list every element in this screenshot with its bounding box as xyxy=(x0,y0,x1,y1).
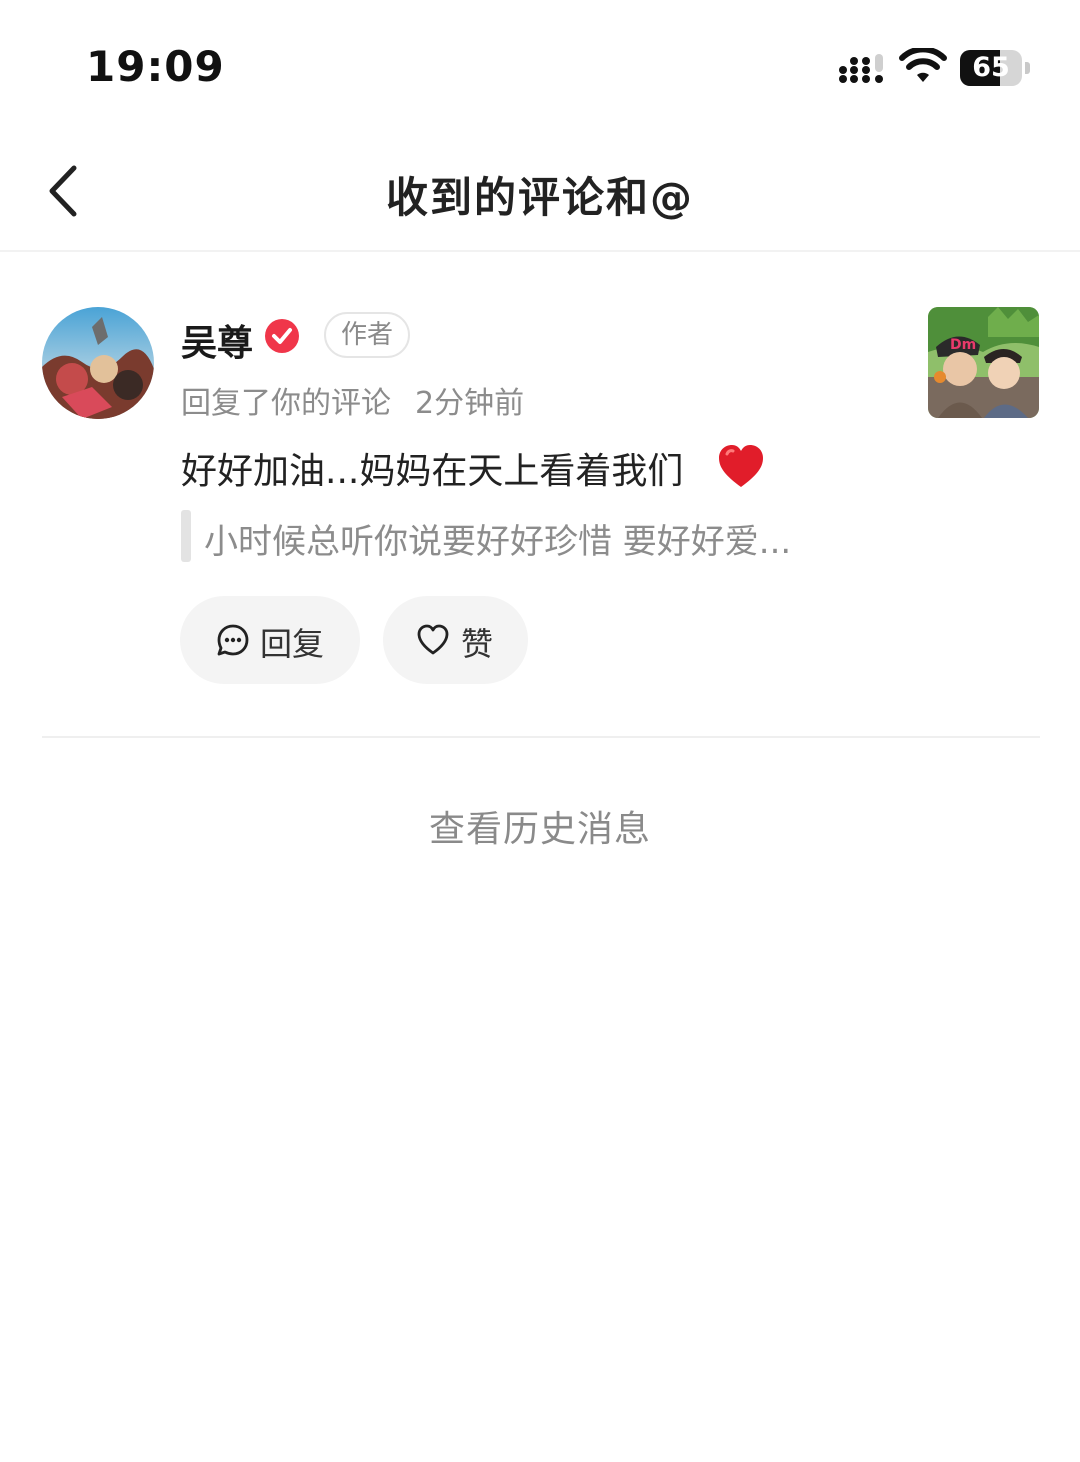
cellular-signal-icon xyxy=(839,54,883,83)
heart-outline-icon xyxy=(417,624,449,655)
wifi-icon xyxy=(899,48,947,82)
verified-check-icon xyxy=(265,319,299,353)
status-bar: 19:09 65 xyxy=(0,0,1080,130)
quoted-comment[interactable]: 小时候总听你说要好好珍惜 要好好爱... xyxy=(204,514,791,563)
navigation-bar: 收到的评论和@ xyxy=(0,130,1080,252)
avatar[interactable] xyxy=(42,307,154,419)
quote-bar xyxy=(181,510,191,562)
comment-notification[interactable]: 吴尊 作者 回复了你的评论 2分钟前 好好加油...妈妈在天上看着我们 小时候总听… xyxy=(0,252,1080,738)
battery-indicator: 65 xyxy=(960,50,1032,86)
comment-text[interactable]: 好好加油...妈妈在天上看着我们 xyxy=(181,442,683,494)
divider xyxy=(42,736,1040,738)
reply-button[interactable]: 回复 xyxy=(180,596,360,684)
action-text: 回复了你的评论 xyxy=(181,386,391,421)
battery-percentage: 65 xyxy=(972,52,1010,83)
like-button[interactable]: 赞 xyxy=(383,596,528,684)
post-thumbnail[interactable]: Dm xyxy=(928,307,1039,418)
timestamp: 2分钟前 xyxy=(415,386,525,421)
comment-bubble-icon xyxy=(217,624,249,656)
page-title: 收到的评论和@ xyxy=(385,173,694,222)
user-name[interactable]: 吴尊 xyxy=(181,314,253,366)
battery-cap xyxy=(1025,62,1030,74)
comment-meta: 回复了你的评论 2分钟前 xyxy=(181,378,524,422)
status-time: 19:09 xyxy=(86,42,225,91)
view-history-link[interactable]: 查看历史消息 xyxy=(340,800,740,852)
svg-text:Dm: Dm xyxy=(950,337,976,353)
battery-body: 65 xyxy=(960,50,1022,86)
red-heart-icon xyxy=(719,445,763,487)
author-badge: 作者 xyxy=(324,312,410,358)
reply-label: 回复 xyxy=(260,625,325,663)
like-label: 赞 xyxy=(461,625,494,663)
chevron-left-icon[interactable] xyxy=(40,162,88,220)
